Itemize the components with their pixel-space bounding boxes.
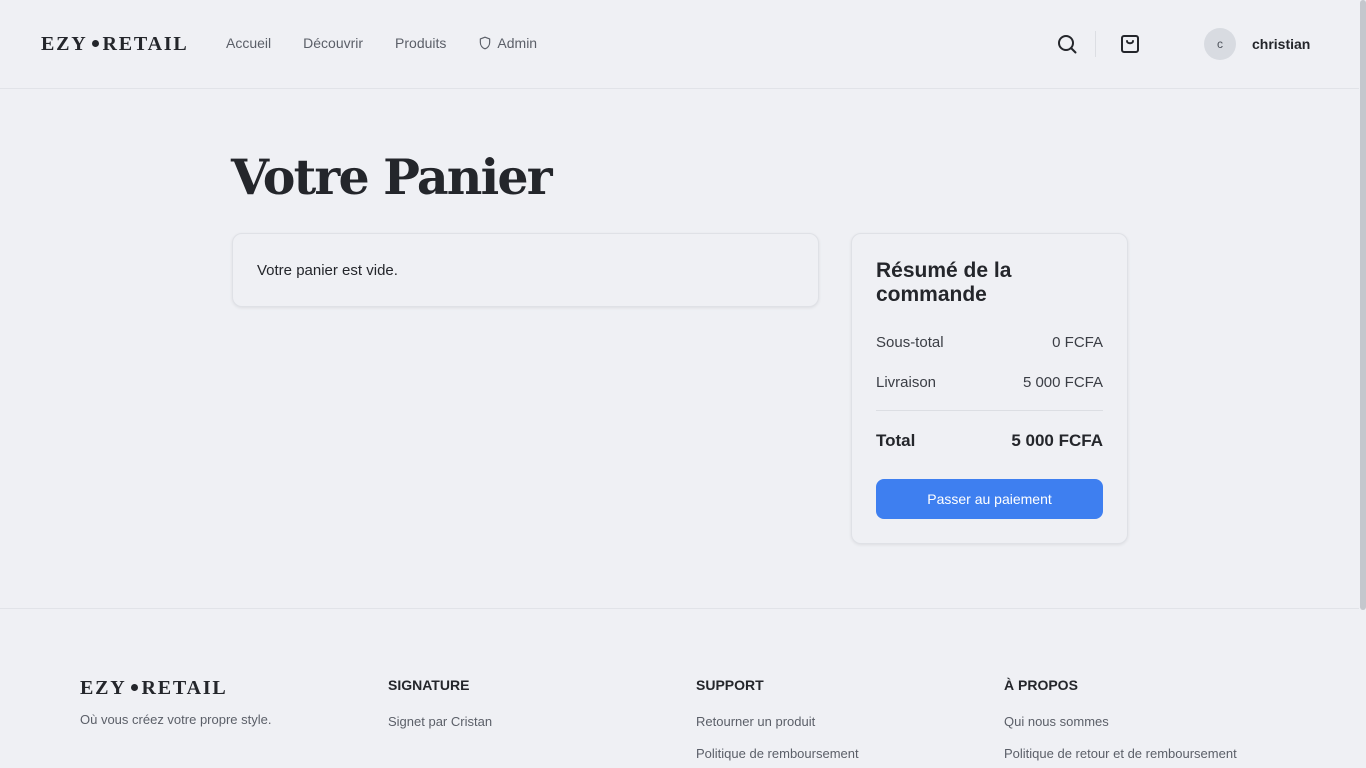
footer-column-title: SUPPORT <box>696 677 764 693</box>
footer-link[interactable]: Signet par Cristan <box>388 714 492 729</box>
footer-logo-text-left: EZY <box>80 677 127 699</box>
footer-logo[interactable]: EZY RETAIL <box>80 677 228 700</box>
site-logo[interactable]: EZY RETAIL <box>41 33 189 56</box>
logo-text-left: EZY <box>41 33 88 55</box>
shield-icon <box>480 36 491 50</box>
nav-link-decouvrir[interactable]: Découvrir <box>303 35 363 51</box>
footer-tagline: Où vous créez votre propre style. <box>80 712 272 727</box>
footer-link[interactable]: Qui nous sommes <box>1004 714 1237 729</box>
page-scrollbar[interactable] <box>1359 0 1366 768</box>
footer-logo-dot <box>130 683 138 691</box>
subtotal-label: Sous-total <box>876 334 944 351</box>
logo-dot <box>91 39 99 47</box>
cart-button[interactable] <box>1118 32 1142 56</box>
nav-link-accueil[interactable]: Accueil <box>226 35 271 51</box>
page-title: Votre Panier <box>231 148 553 206</box>
empty-cart-message: Votre panier est vide. <box>257 262 398 279</box>
footer-logo-text-right: RETAIL <box>141 677 228 699</box>
site-footer: EZY RETAIL Où vous créez votre propre sty… <box>0 608 1366 768</box>
order-summary-title: Résumé de la commande <box>876 259 1012 306</box>
user-name[interactable]: christian <box>1252 36 1310 52</box>
footer-link[interactable]: Politique de remboursement <box>696 746 859 761</box>
nav-link-admin[interactable]: Admin <box>478 35 537 51</box>
order-summary-card: Résumé de la commande Sous-total 0 FCFA … <box>851 233 1128 544</box>
logo-text-right: RETAIL <box>102 33 189 55</box>
subtotal-value: 0 FCFA <box>1052 334 1103 351</box>
footer-link[interactable]: Politique de retour et de remboursement <box>1004 746 1237 761</box>
search-button[interactable] <box>1055 32 1079 56</box>
shipping-label: Livraison <box>876 374 937 391</box>
footer-column-title: À PROPOS <box>1004 677 1078 693</box>
header-divider <box>1095 31 1096 57</box>
shipping-value: 5 000 FCFA <box>1022 374 1103 391</box>
total-value: 5 000 FCFA <box>1011 431 1103 450</box>
footer-column-title: SIGNATURE <box>388 677 470 693</box>
scrollbar-thumb[interactable] <box>1360 0 1366 610</box>
shopping-bag-icon <box>1121 35 1139 53</box>
site-header: EZY RETAIL Accueil Découvrir Produits Adm… <box>0 0 1366 89</box>
total-label: Total <box>876 431 916 450</box>
footer-column-about: À PROPOS Qui nous sommes Politique de re… <box>1004 677 1237 768</box>
checkout-button[interactable]: Passer au paiement <box>876 479 1103 519</box>
total-row: Total 5 000 FCFA <box>876 431 1103 451</box>
nav-link-produits[interactable]: Produits <box>395 35 446 51</box>
shipping-row: Livraison 5 000 FCFA <box>876 374 1103 391</box>
nav-link-admin-label: Admin <box>497 35 538 51</box>
search-icon <box>1058 35 1077 54</box>
cart-items-card: Votre panier est vide. <box>232 233 819 307</box>
subtotal-row: Sous-total 0 FCFA <box>876 334 1103 351</box>
footer-column-signature: SIGNATURE Signet par Cristan <box>388 677 492 746</box>
user-avatar[interactable]: c <box>1204 28 1236 60</box>
footer-column-support: SUPPORT Retourner un produit Politique d… <box>696 677 859 768</box>
footer-link[interactable]: Retourner un produit <box>696 714 859 729</box>
main-nav: Accueil Découvrir Produits Admin <box>226 35 569 51</box>
summary-divider <box>876 410 1103 411</box>
